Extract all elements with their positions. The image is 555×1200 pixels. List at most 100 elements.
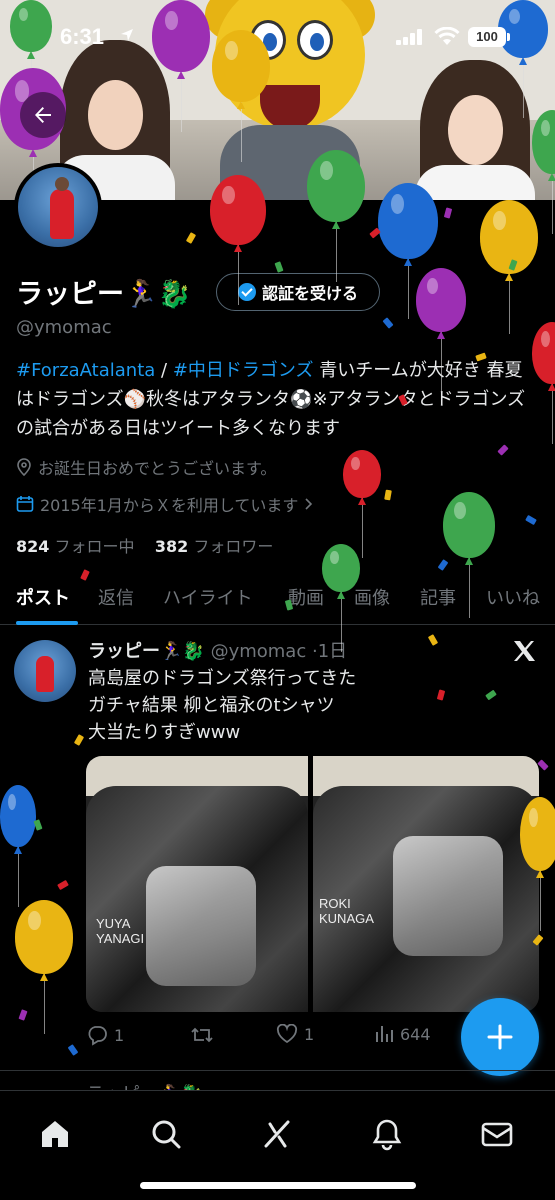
arrow-left-icon [35, 107, 51, 123]
views-chart-icon [376, 1026, 393, 1042]
following-count: 824 [16, 537, 50, 556]
reply-icon [88, 1026, 107, 1046]
home-icon[interactable] [38, 1117, 72, 1151]
reply-count: 1 [114, 1025, 125, 1045]
get-verified-button[interactable]: 認証を受ける [216, 273, 380, 311]
repost-button[interactable] [190, 1024, 214, 1046]
display-name-row: ラッピー🏃‍♀️🐉 [16, 272, 191, 311]
confetti-piece [18, 1009, 28, 1021]
tab-videos[interactable]: 動画 [288, 584, 324, 610]
confetti-piece [537, 759, 549, 771]
birthday-row: お誕生日おめでとうございます。 [16, 455, 276, 479]
status-bar: 6:31 100 [0, 0, 555, 75]
balloon-decoration [416, 268, 466, 392]
confetti-piece [73, 734, 85, 746]
profile-bio: #ForzaAtalanta / #中日ドラゴンズ 青いチームが大好き 春夏はド… [16, 356, 536, 443]
balloon-decoration [480, 200, 538, 334]
post-text: 高島屋のドラゴンズ祭行ってきた ガチャ結果 柳と福永のtシャツ 大当たりすぎww… [88, 665, 528, 746]
post-text-line: ガチャ結果 柳と福永のtシャツ [88, 695, 335, 716]
balloon-decoration [443, 492, 495, 618]
compose-post-button[interactable] [461, 998, 539, 1076]
balloon-decoration [378, 183, 438, 319]
post-author-name[interactable]: ラッピー🏃‍♀️🐉 [88, 641, 205, 662]
balloon-decoration [307, 150, 365, 282]
tab-posts[interactable]: ポスト [16, 584, 70, 610]
tab-likes[interactable]: いいね [486, 584, 540, 610]
like-count: 1 [304, 1024, 315, 1044]
like-button[interactable]: 1 [276, 1024, 314, 1044]
joined-text: 2015年1月からＸを利用しています [40, 496, 299, 515]
joined-row[interactable]: 2015年1月からＸを利用しています [16, 492, 314, 516]
battery-indicator: 100 [468, 27, 510, 47]
location-pin-icon [17, 458, 31, 476]
verified-check-icon [237, 283, 256, 301]
view-count: 644 [400, 1024, 431, 1044]
profile-avatar[interactable] [14, 163, 102, 251]
grok-icon[interactable] [260, 1117, 294, 1151]
tab-highlights[interactable]: ハイライト [163, 584, 253, 610]
balloon-decoration [322, 544, 360, 652]
confetti-piece [67, 1044, 79, 1056]
post-header: ラッピー🏃‍♀️🐉 @ymomac ·1日 [88, 637, 347, 663]
balloon-decoration [210, 175, 266, 305]
post-divider [0, 1070, 555, 1071]
follow-stats: 824 フォロー中 382 フォロワー [16, 533, 273, 557]
notifications-bell-icon[interactable] [370, 1117, 404, 1151]
confetti-piece [443, 207, 453, 219]
active-tab-indicator [16, 621, 78, 625]
confetti-piece [382, 317, 394, 329]
post-image-2[interactable]: ROKI KUNAGA [313, 756, 539, 1012]
confetti-piece [185, 232, 197, 244]
post-text-line: 大当たりすぎwww [88, 722, 241, 743]
chevron-right-icon [305, 498, 313, 510]
following-link[interactable]: 824 フォロー中 [16, 537, 135, 556]
tab-replies[interactable]: 返信 [98, 584, 134, 610]
post-author-avatar[interactable] [14, 640, 76, 702]
plus-icon [487, 1024, 513, 1050]
confetti-piece [274, 261, 284, 273]
post-actions: 1 1 644 [86, 1022, 486, 1052]
profile-tabs: ポスト 返信 ハイライト 動画 画像 記事 いいね [0, 580, 555, 625]
confetti-piece [369, 227, 381, 239]
confetti-piece [427, 634, 439, 646]
tab-articles[interactable]: 記事 [420, 584, 456, 610]
status-time: 6:31 [60, 24, 105, 49]
wifi-icon [434, 27, 460, 45]
confetti-piece [497, 444, 509, 456]
confetti-piece [437, 559, 449, 571]
followers-label: フォロワー [193, 537, 274, 556]
bio-hashtag-atalanta[interactable]: #ForzaAtalanta [16, 360, 155, 381]
back-button[interactable] [20, 92, 66, 138]
confetti-piece [57, 879, 69, 891]
messages-envelope-icon[interactable] [480, 1117, 514, 1151]
following-label: フォロー中 [54, 537, 135, 556]
tab-photos[interactable]: 画像 [354, 584, 390, 610]
profile-handle: @ymomac [16, 317, 112, 338]
post-author-handle[interactable]: @ymomac [211, 641, 307, 662]
balloon-decoration [15, 900, 73, 1034]
confetti-piece [384, 489, 392, 501]
image-shirt-text: ROKI KUNAGA [319, 896, 374, 926]
followers-count: 382 [154, 537, 189, 556]
banner-person-right [415, 60, 535, 200]
search-icon[interactable] [149, 1117, 183, 1151]
post-image-1[interactable]: YUYA YANAGI [86, 756, 308, 1012]
cellular-signal-icon [396, 29, 422, 45]
followers-link[interactable]: 382 フォロワー [155, 537, 274, 556]
balloon-decoration [343, 450, 381, 558]
birthday-text: お誕生日おめでとうございます。 [38, 459, 277, 478]
bio-separator: / [155, 360, 173, 381]
repost-icon [191, 1027, 213, 1043]
views-button[interactable]: 644 [374, 1024, 431, 1044]
display-name: ラッピー🏃‍♀️🐉 [16, 279, 192, 310]
image-shirt-text: YUYA YANAGI [96, 916, 145, 946]
heart-icon [276, 1024, 298, 1044]
bio-hashtag-dragons[interactable]: #中日ドラゴンズ [173, 360, 314, 381]
x-logo-icon [514, 641, 535, 661]
get-verified-label: 認証を受ける [261, 284, 358, 303]
balloon-decoration [0, 785, 36, 907]
balloon-decoration [520, 797, 555, 931]
post-text-line: 高島屋のドラゴンズ祭行ってきた [88, 668, 357, 689]
reply-button[interactable]: 1 [86, 1024, 124, 1046]
confetti-piece [525, 514, 537, 526]
